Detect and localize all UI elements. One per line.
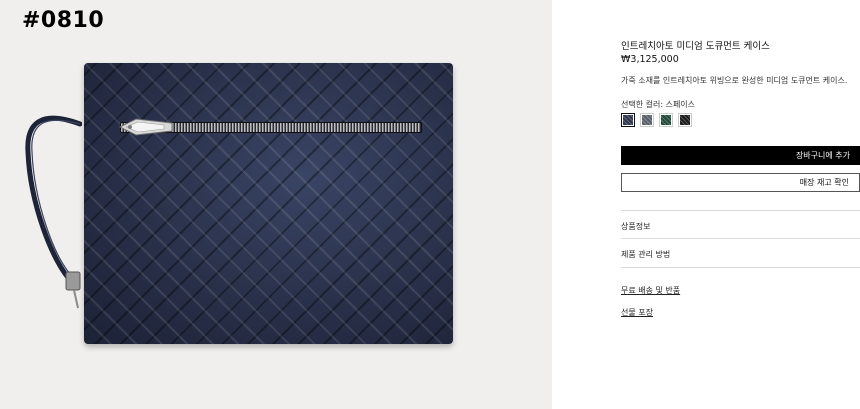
swatch-grey[interactable]	[640, 113, 654, 127]
color-swatches	[621, 113, 692, 127]
divider	[621, 238, 860, 239]
check-store-stock-button[interactable]: 매장 재고 확인	[621, 173, 860, 192]
divider	[621, 267, 860, 268]
divider	[621, 210, 860, 211]
product-image-panel: #0810	[0, 0, 552, 409]
shipping-returns-link[interactable]: 무료 배송 및 반품	[621, 285, 680, 296]
product-description: 가죽 소재를 인트레치아토 위빙으로 완성한 미디엄 도큐먼트 케이스.	[621, 76, 848, 85]
section-care[interactable]: 제품 관리 방법	[621, 249, 670, 260]
clutch-bag	[84, 63, 453, 344]
section-product-info[interactable]: 상품정보	[621, 221, 650, 232]
swatch-green[interactable]	[659, 113, 673, 127]
selected-color-label: 선택한 컬러: 스페이스	[621, 100, 696, 109]
zipper-pull	[118, 118, 173, 136]
gift-wrap-link[interactable]: 선물 포장	[621, 307, 653, 318]
wrist-strap	[25, 115, 82, 309]
swatch-space[interactable]	[621, 113, 635, 127]
product-price: ₩3,125,000	[621, 54, 679, 65]
add-to-cart-button[interactable]: 장바구니에 추가	[621, 146, 860, 165]
swatch-black[interactable]	[678, 113, 692, 127]
product-info-panel: 인트레치아토 미디엄 도큐먼트 케이스 ₩3,125,000 가죽 소재를 인트…	[552, 0, 860, 409]
product-title: 인트레치아토 미디엄 도큐먼트 케이스	[621, 41, 770, 52]
product-code: #0810	[22, 8, 105, 33]
